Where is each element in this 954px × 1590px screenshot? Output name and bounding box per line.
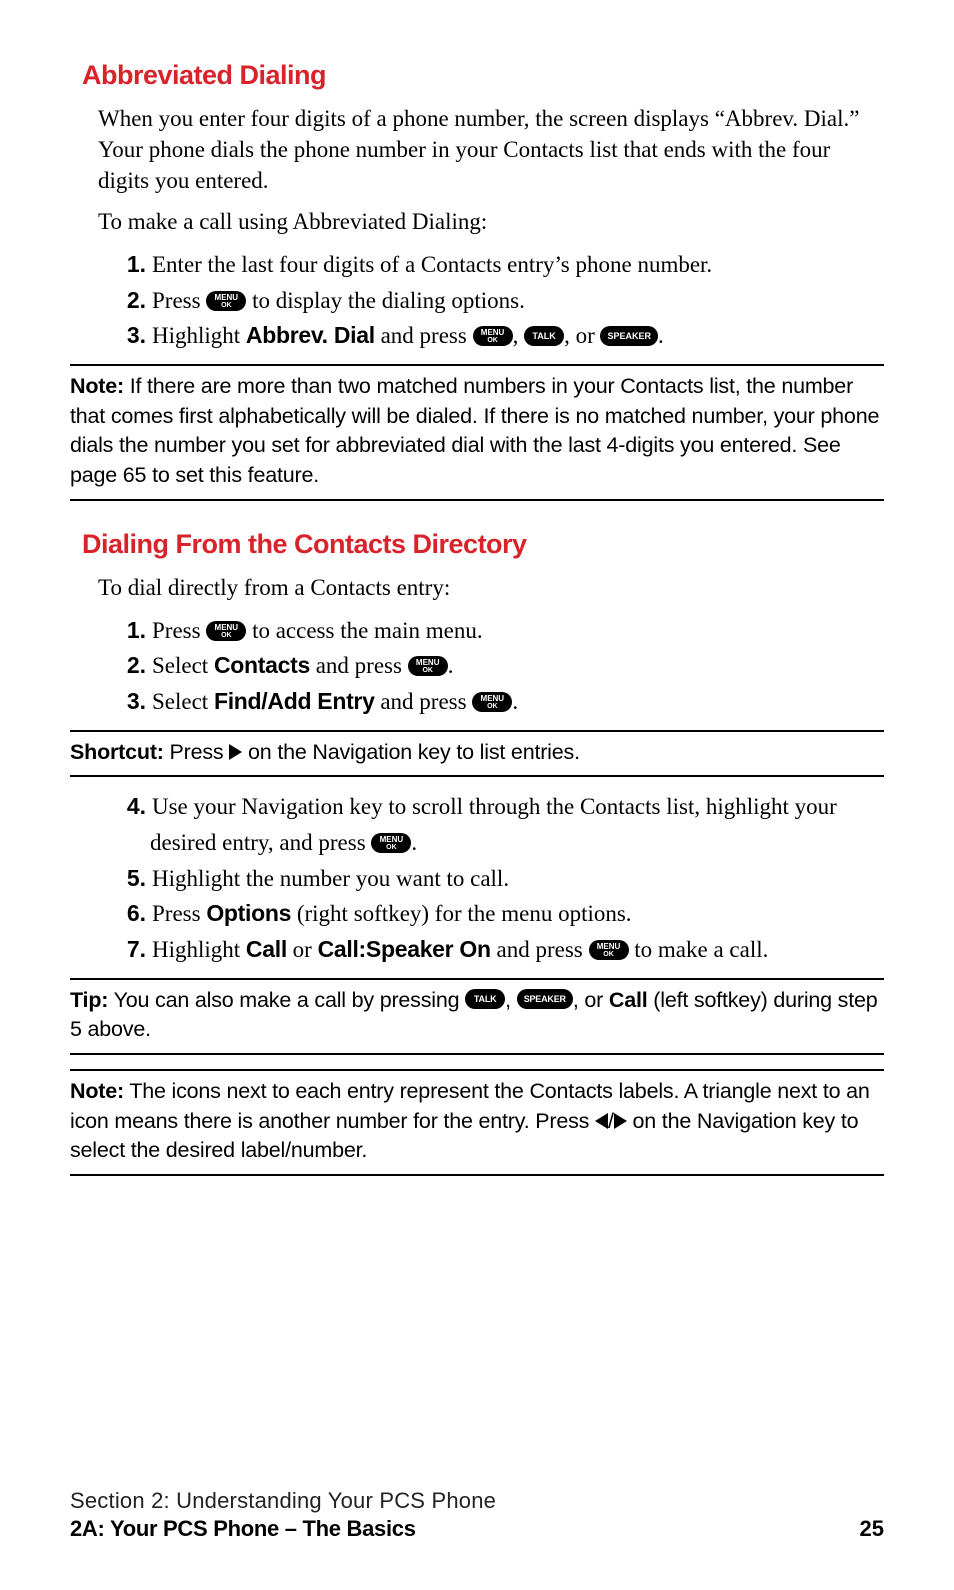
step-text: Select [152, 689, 214, 714]
bold-text: Call [609, 988, 648, 1012]
talk-key-icon: TALK [465, 989, 505, 1009]
step-1: 1.Press MENUOK to access the main menu. [118, 613, 884, 649]
talk-key-icon: TALK [524, 326, 564, 346]
bold-text: Call:Speaker On [318, 936, 491, 962]
step-text: . [512, 689, 518, 714]
step-text: , [513, 323, 525, 348]
bold-text: Abbrev. Dial [246, 322, 375, 348]
step-text: . [448, 653, 454, 678]
right-arrow-icon [229, 744, 242, 760]
step-text: and press [375, 689, 473, 714]
step-1: 1.Enter the last four digits of a Contac… [118, 247, 884, 283]
step-2: 2.Press MENUOK to display the dialing op… [118, 283, 884, 319]
menu-ok-key-icon: MENUOK [206, 291, 246, 311]
menu-ok-key-icon: MENUOK [408, 656, 448, 676]
step-text: . [658, 323, 664, 348]
steps-list-2b: 4.Use your Navigation key to scroll thro… [118, 789, 884, 967]
menu-ok-key-icon: MENUOK [472, 692, 512, 712]
tip-text: You can also make a call by pressing [108, 988, 465, 1012]
note-callout-2: Note: The icons next to each entry repre… [70, 1069, 884, 1176]
step-text: Highlight [152, 937, 246, 962]
bold-text: Options [206, 900, 291, 926]
step-text: (right softkey) for the menu options. [291, 901, 631, 926]
step-5: 5.Highlight the number you want to call. [118, 861, 884, 897]
lead-paragraph: To dial directly from a Contacts entry: [98, 572, 884, 603]
tip-text: , or [573, 988, 609, 1012]
menu-ok-key-icon: MENUOK [371, 833, 411, 853]
step-text: Highlight [152, 323, 246, 348]
intro-paragraph: When you enter four digits of a phone nu… [98, 103, 884, 196]
section-abbreviated-dialing: Abbreviated Dialing When you enter four … [70, 60, 884, 501]
note-callout: Note: If there are more than two matched… [70, 364, 884, 501]
note-lead: Note: [70, 374, 124, 398]
step-text: or [287, 937, 318, 962]
step-text: Press [152, 288, 206, 313]
step-text: Enter the last four digits of a Contacts… [152, 252, 712, 277]
step-text: Press [152, 901, 206, 926]
step-6: 6.Press Options (right softkey) for the … [118, 896, 884, 932]
step-3: 3.Select Find/Add Entry and press MENUOK… [118, 684, 884, 720]
bold-text: Contacts [214, 652, 310, 678]
bold-text: Find/Add Entry [214, 688, 375, 714]
heading-dialing-contacts: Dialing From the Contacts Directory [82, 529, 884, 560]
step-text: Press [152, 618, 206, 643]
step-text: . [411, 830, 417, 855]
menu-ok-key-icon: MENUOK [589, 940, 629, 960]
shortcut-text: Press [164, 740, 230, 764]
step-4: 4.Use your Navigation key to scroll thro… [118, 789, 884, 860]
shortcut-text: on the Navigation key to list entries. [242, 740, 580, 764]
tip-callout: Tip: You can also make a call by pressin… [70, 978, 884, 1055]
page-footer: Section 2: Understanding Your PCS Phone … [70, 1488, 884, 1542]
step-text: and press [375, 323, 473, 348]
step-3: 3.Highlight Abbrev. Dial and press MENUO… [118, 318, 884, 354]
footer-subsection-title: 2A: Your PCS Phone – The Basics [70, 1516, 416, 1542]
section-dialing-contacts: Dialing From the Contacts Directory To d… [70, 529, 884, 1176]
step-text: and press [491, 937, 589, 962]
step-text: and press [310, 653, 408, 678]
step-text: to display the dialing options. [246, 288, 525, 313]
speaker-key-icon: SPEAKER [517, 989, 573, 1009]
shortcut-lead: Shortcut: [70, 740, 164, 764]
step-text: Use your Navigation key to scroll throug… [150, 794, 837, 855]
steps-list-2a: 1.Press MENUOK to access the main menu. … [118, 613, 884, 720]
bold-text: Call [246, 936, 287, 962]
page-number: 25 [860, 1516, 884, 1542]
shortcut-callout: Shortcut: Press on the Navigation key to… [70, 730, 884, 778]
heading-abbreviated-dialing: Abbreviated Dialing [82, 60, 884, 91]
step-7: 7.Highlight Call or Call:Speaker On and … [118, 932, 884, 968]
step-text: to access the main menu. [246, 618, 482, 643]
note-text: If there are more than two matched numbe… [70, 374, 879, 487]
step-text: Select [152, 653, 214, 678]
tip-lead: Tip: [70, 988, 108, 1012]
lead-paragraph: To make a call using Abbreviated Dialing… [98, 206, 884, 237]
tip-text: , [505, 988, 517, 1012]
step-text: Highlight the number you want to call. [152, 866, 509, 891]
step-2: 2.Select Contacts and press MENUOK. [118, 648, 884, 684]
footer-section-title: Section 2: Understanding Your PCS Phone [70, 1488, 884, 1514]
left-arrow-icon [595, 1113, 608, 1129]
menu-ok-key-icon: MENUOK [206, 621, 246, 641]
right-arrow-icon [614, 1113, 627, 1129]
step-text: , or [564, 323, 600, 348]
note-lead: Note: [70, 1079, 124, 1103]
speaker-key-icon: SPEAKER [600, 326, 658, 346]
menu-ok-key-icon: MENUOK [473, 326, 513, 346]
steps-list-1: 1.Enter the last four digits of a Contac… [118, 247, 884, 354]
step-text: to make a call. [629, 937, 769, 962]
